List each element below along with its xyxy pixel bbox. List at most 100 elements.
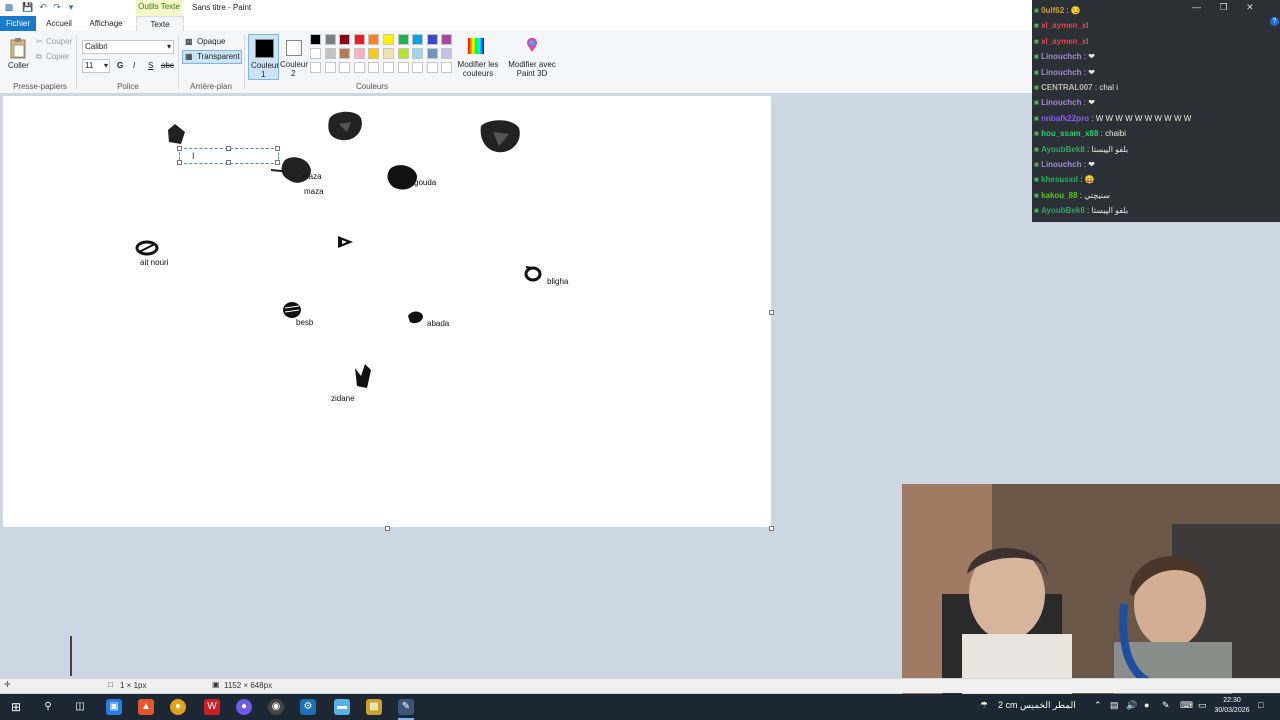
help-icon[interactable]: ? [1270, 17, 1279, 26]
palette-swatch[interactable] [383, 34, 394, 45]
mic-icon[interactable]: ● [1144, 700, 1149, 710]
custom-color-slot[interactable] [426, 62, 438, 73]
maximize-icon[interactable]: ❐ [1220, 2, 1228, 12]
chat-username[interactable]: CENTRAL007 [1041, 83, 1093, 92]
paint-taskbar-icon[interactable]: ✎ [398, 699, 414, 715]
palette-swatch[interactable] [368, 34, 380, 45]
palette-swatch[interactable] [441, 34, 453, 45]
bold-button[interactable]: G [117, 61, 123, 70]
chat-username[interactable]: Linouchch [1041, 160, 1081, 169]
task-view-icon[interactable]: ◫ [72, 699, 88, 715]
chat-username[interactable]: AyoubBek8 [1041, 206, 1085, 215]
palette-swatch[interactable] [426, 48, 438, 59]
windows-start-icon[interactable]: ⊞ [8, 699, 24, 715]
files-icon[interactable]: ▬ [334, 699, 350, 715]
tab-file[interactable]: Fichier [0, 16, 36, 31]
chat-username[interactable]: AyoubBek8 [1041, 145, 1085, 154]
store-icon[interactable]: ▣ [106, 699, 122, 715]
palette-swatch[interactable] [353, 34, 365, 45]
tab-home[interactable]: Accueil [40, 16, 78, 31]
resize-handle[interactable] [275, 160, 280, 165]
cut-button[interactable]: Couper [46, 37, 72, 46]
palette-swatch[interactable] [339, 34, 351, 45]
copy-button[interactable]: Copier [46, 52, 70, 61]
chat-username[interactable]: nnbafk22pro [1041, 114, 1089, 123]
custom-color-slot[interactable] [324, 62, 336, 73]
palette-swatch[interactable] [339, 48, 351, 59]
chat-username[interactable]: Linouchch [1041, 98, 1081, 107]
drawing-canvas[interactable]: maza maza gouda ait nouri bligha besb ab… [3, 96, 771, 527]
strikethrough-button[interactable]: abc [161, 61, 174, 70]
paste-button[interactable] [8, 37, 28, 61]
chat-username[interactable]: kakou_88 [1041, 191, 1077, 200]
tab-view[interactable]: Affichage [82, 16, 130, 31]
messenger-icon[interactable]: ● [236, 699, 252, 715]
edit-colors-button[interactable]: Modifier les couleurs [455, 60, 501, 78]
display-icon[interactable]: ▭ [1198, 700, 1207, 711]
chat-username[interactable]: xl_aymen_xl [1041, 37, 1089, 46]
font-family-select[interactable]: Calibri ▾ [82, 40, 174, 54]
palette-swatch[interactable] [324, 48, 336, 59]
palette-swatch[interactable] [397, 48, 409, 59]
chat-username[interactable]: xl_aymen_xl [1041, 21, 1089, 30]
opaque-button[interactable]: ▩ Opaque [183, 37, 239, 48]
font-size-select[interactable]: 11 ▾ [82, 59, 110, 73]
custom-color-slot[interactable] [412, 62, 424, 73]
resize-handle[interactable] [177, 146, 182, 151]
custom-color-slot[interactable] [339, 62, 351, 73]
edit-with-paint3d-button[interactable]: Modifier avec Paint 3D [506, 60, 558, 78]
underline-button[interactable]: S [148, 61, 153, 70]
canvas-resize-handle[interactable] [769, 310, 774, 315]
palette-swatch[interactable] [412, 34, 424, 45]
save-icon[interactable]: 💾 [22, 2, 33, 12]
custom-color-slot[interactable] [368, 62, 380, 73]
steam-icon[interactable]: ⚙ [300, 699, 316, 715]
resize-handle[interactable] [226, 146, 231, 151]
custom-color-slot[interactable] [353, 62, 365, 73]
customize-toolbar-icon[interactable]: ▾ [66, 2, 76, 12]
color2-button[interactable]: Couleur 2 [279, 34, 308, 78]
palette-swatch[interactable] [324, 34, 336, 45]
chat-username[interactable]: Linouchch [1041, 52, 1081, 61]
palette-swatch[interactable] [426, 34, 438, 45]
custom-color-slot[interactable] [310, 62, 321, 73]
pen-icon[interactable]: ✎ [1162, 700, 1170, 711]
resize-handle[interactable] [177, 160, 182, 165]
keyboard-icon[interactable]: ⌨ [1180, 700, 1193, 711]
weather-text[interactable]: 2 cm المطر الخميس [998, 700, 1076, 711]
chrome-icon[interactable]: ● [170, 699, 186, 715]
obs-icon[interactable]: ◉ [268, 699, 284, 715]
palette-swatch[interactable] [383, 48, 394, 59]
redo-icon[interactable]: ↷ [52, 2, 62, 12]
palette-swatch[interactable] [353, 48, 365, 59]
undo-icon[interactable]: ↶ [38, 2, 48, 12]
minimize-icon[interactable]: — [1192, 2, 1201, 12]
office-icon[interactable]: W [204, 699, 220, 715]
clock[interactable]: 22:30 30/03/2026 [1212, 696, 1252, 716]
palette-swatch[interactable] [368, 48, 380, 59]
custom-color-slot[interactable] [397, 62, 409, 73]
custom-color-slot[interactable] [383, 62, 394, 73]
chat-username[interactable]: Linouchch [1041, 68, 1081, 77]
canvas-resize-handle[interactable] [385, 526, 390, 531]
chat-username[interactable]: hou_ssam_x88 [1041, 129, 1098, 138]
resize-handle[interactable] [275, 146, 280, 151]
palette-swatch[interactable] [310, 48, 321, 59]
palette-swatch[interactable] [441, 48, 453, 59]
brave-icon[interactable]: ▲ [138, 699, 154, 715]
search-icon[interactable]: ⚲ [40, 699, 56, 715]
notifications-icon[interactable]: □ [1258, 700, 1263, 710]
chat-username[interactable]: khesusxd [1041, 175, 1078, 184]
close-icon[interactable]: ✕ [1246, 2, 1254, 12]
chevron-up-icon[interactable]: ⌃ [1094, 700, 1102, 711]
transparent-button[interactable]: ▦ Transparent [182, 50, 242, 64]
tab-text[interactable]: Texte [136, 16, 184, 32]
palette-swatch[interactable] [310, 34, 321, 45]
palette-swatch[interactable] [412, 48, 424, 59]
palette-swatch[interactable] [397, 34, 409, 45]
color1-button[interactable]: Couleur 1 [248, 34, 279, 80]
volume-icon[interactable]: 🔊 [1126, 700, 1137, 711]
resize-handle[interactable] [226, 160, 231, 165]
network-icon[interactable]: ▤ [1110, 700, 1119, 711]
app-icon[interactable]: ▩ [366, 699, 382, 715]
